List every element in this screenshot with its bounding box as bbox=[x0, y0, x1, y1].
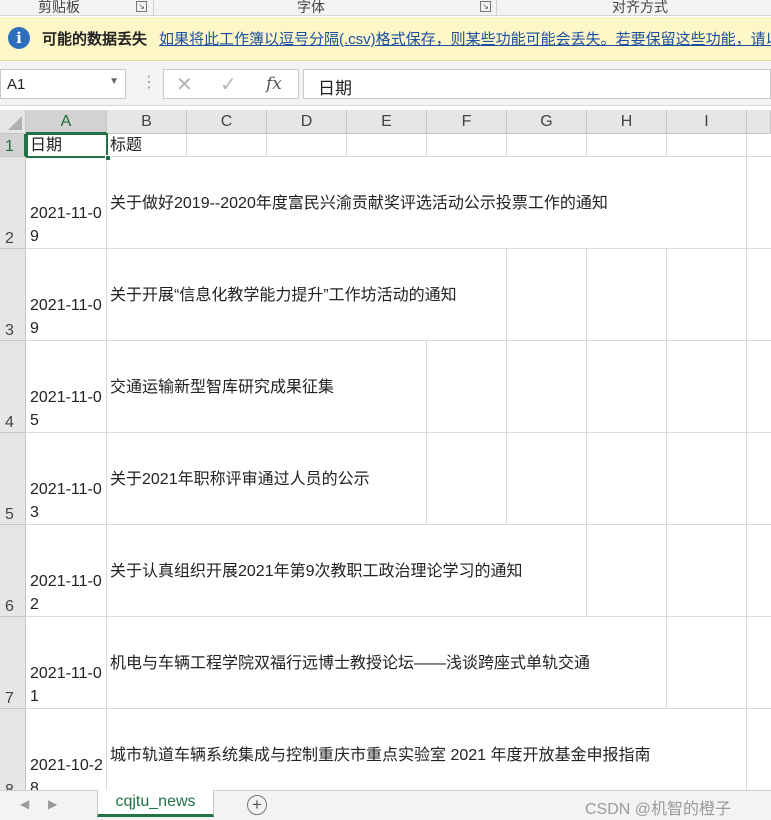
row-number: 7 bbox=[5, 690, 14, 707]
date-cell[interactable]: 2021-11-01 bbox=[30, 662, 108, 708]
row-header[interactable]: 4 bbox=[0, 341, 26, 433]
title-cell[interactable]: 交通运输新型智库研究成果征集 bbox=[110, 376, 334, 399]
date-cell[interactable]: 2021-11-05 bbox=[30, 386, 108, 432]
row-number: 5 bbox=[5, 506, 14, 523]
title-cell[interactable]: 关于开展“信息化教学能力提升”工作坊活动的通知 bbox=[110, 284, 457, 307]
select-all-button[interactable] bbox=[0, 110, 26, 134]
column-header-e[interactable]: E bbox=[347, 110, 427, 134]
cancel-icon[interactable]: ✕ bbox=[176, 72, 193, 97]
ribbon-group-alignment: 对齐方式 bbox=[612, 0, 668, 15]
scroll-left-icon[interactable]: ◀ bbox=[20, 797, 29, 811]
font-dialog-launcher-icon[interactable]: ↘ bbox=[480, 1, 491, 12]
date-cell[interactable]: 2021-11-02 bbox=[30, 570, 108, 616]
column-header-b[interactable]: B bbox=[107, 110, 187, 134]
ribbon-separator bbox=[153, 0, 154, 15]
ribbon-group-font: 字体 bbox=[297, 0, 325, 15]
message-title: 可能的数据丢失 bbox=[42, 31, 148, 48]
gridline bbox=[746, 134, 747, 790]
title-cell[interactable]: 关于做好2019--2020年度富民兴渝贡献奖评选活动公示投票工作的通知 bbox=[110, 192, 608, 215]
add-sheet-icon[interactable]: + bbox=[247, 795, 267, 815]
row-header[interactable]: 6 bbox=[0, 525, 26, 617]
row-number: 1 bbox=[5, 138, 14, 155]
drag-handle-icon[interactable]: ⋮ bbox=[141, 72, 157, 92]
date-cell[interactable]: 2021-10-28 bbox=[30, 754, 108, 790]
column-header-f[interactable]: F bbox=[427, 110, 507, 134]
title-cell[interactable]: 机电与车辆工程学院双福行远博士教授论坛——浅谈跨座式单轨交通 bbox=[110, 652, 590, 675]
insert-function-icon[interactable]: fx bbox=[266, 74, 282, 94]
title-cell[interactable]: 关于2021年职称评审通过人员的公示 bbox=[110, 468, 370, 491]
row-number: 6 bbox=[5, 598, 14, 615]
watermark: CSDN @机智的橙子 bbox=[585, 801, 732, 818]
fill-handle[interactable] bbox=[105, 155, 111, 161]
ribbon-group-labels: 剪贴板 ↘ 字体 ↘ 对齐方式 bbox=[0, 0, 771, 16]
message-link[interactable]: 如果将此工作簿以逗号分隔(.csv)格式保存，则某些功能可能会丢失。若要保留这些… bbox=[159, 28, 771, 49]
row-number: 8 bbox=[5, 782, 14, 790]
name-box-value: A1 bbox=[7, 76, 26, 93]
name-box[interactable]: A1 ▼ bbox=[0, 69, 126, 99]
title-cell[interactable]: 城市轨道车辆系统集成与控制重庆市重点实验室 2021 年度开放基金申报指南 bbox=[110, 744, 651, 767]
chevron-down-icon[interactable]: ▼ bbox=[109, 76, 119, 87]
scroll-right-icon[interactable]: ▶ bbox=[48, 797, 57, 811]
data-loss-message-bar: i 可能的数据丢失 如果将此工作簿以逗号分隔(.csv)格式保存，则某些功能可能… bbox=[0, 17, 771, 61]
title-header-cell[interactable]: 标题 bbox=[110, 134, 142, 157]
enter-check-icon[interactable]: ✓ bbox=[220, 72, 237, 97]
row-header[interactable]: 8 bbox=[0, 709, 26, 790]
row-header[interactable]: 1 bbox=[0, 134, 26, 157]
column-header-c[interactable]: C bbox=[187, 110, 267, 134]
date-cell[interactable]: 2021-11-09 bbox=[30, 202, 108, 248]
title-cell[interactable]: 关于认真组织开展2021年第9次教职工政治理论学习的通知 bbox=[110, 560, 523, 583]
column-header-i[interactable]: I bbox=[667, 110, 747, 134]
date-cell[interactable]: 2021-11-09 bbox=[30, 294, 108, 340]
row-header[interactable]: 2 bbox=[0, 157, 26, 249]
sheet-tab-bar: ◀ ▶ cqjtu_news + CSDN @机智的橙子 bbox=[0, 790, 771, 820]
column-header-d[interactable]: D bbox=[267, 110, 347, 134]
info-icon: i bbox=[8, 27, 30, 49]
formula-input[interactable]: 日期 bbox=[303, 69, 771, 99]
clipboard-dialog-launcher-icon[interactable]: ↘ bbox=[136, 1, 147, 12]
ribbon-group-clipboard: 剪贴板 bbox=[38, 0, 80, 15]
row-header[interactable]: 7 bbox=[0, 617, 26, 709]
formula-buttons: ✕ ✓ fx bbox=[163, 69, 299, 99]
formula-bar: A1 ▼ ⋮ ✕ ✓ fx 日期 bbox=[0, 62, 771, 106]
worksheet-grid[interactable]: ABCDEFGHI 12345678 日期标题2021-11-09关于做好201… bbox=[0, 110, 771, 790]
column-header-a[interactable]: A bbox=[26, 110, 107, 134]
column-header-g[interactable]: G bbox=[507, 110, 587, 134]
sheet-tab-active[interactable]: cqjtu_news bbox=[97, 790, 214, 817]
active-cell-selection[interactable] bbox=[26, 133, 111, 161]
ribbon-separator bbox=[496, 0, 497, 15]
row-header[interactable]: 5 bbox=[0, 433, 26, 525]
date-cell[interactable]: 2021-11-03 bbox=[30, 478, 108, 524]
column-header-partial[interactable] bbox=[747, 110, 771, 134]
row-number: 4 bbox=[5, 414, 14, 431]
row-number: 3 bbox=[5, 322, 14, 339]
column-header-h[interactable]: H bbox=[587, 110, 667, 134]
row-header[interactable]: 3 bbox=[0, 249, 26, 341]
row-number: 2 bbox=[5, 230, 14, 247]
